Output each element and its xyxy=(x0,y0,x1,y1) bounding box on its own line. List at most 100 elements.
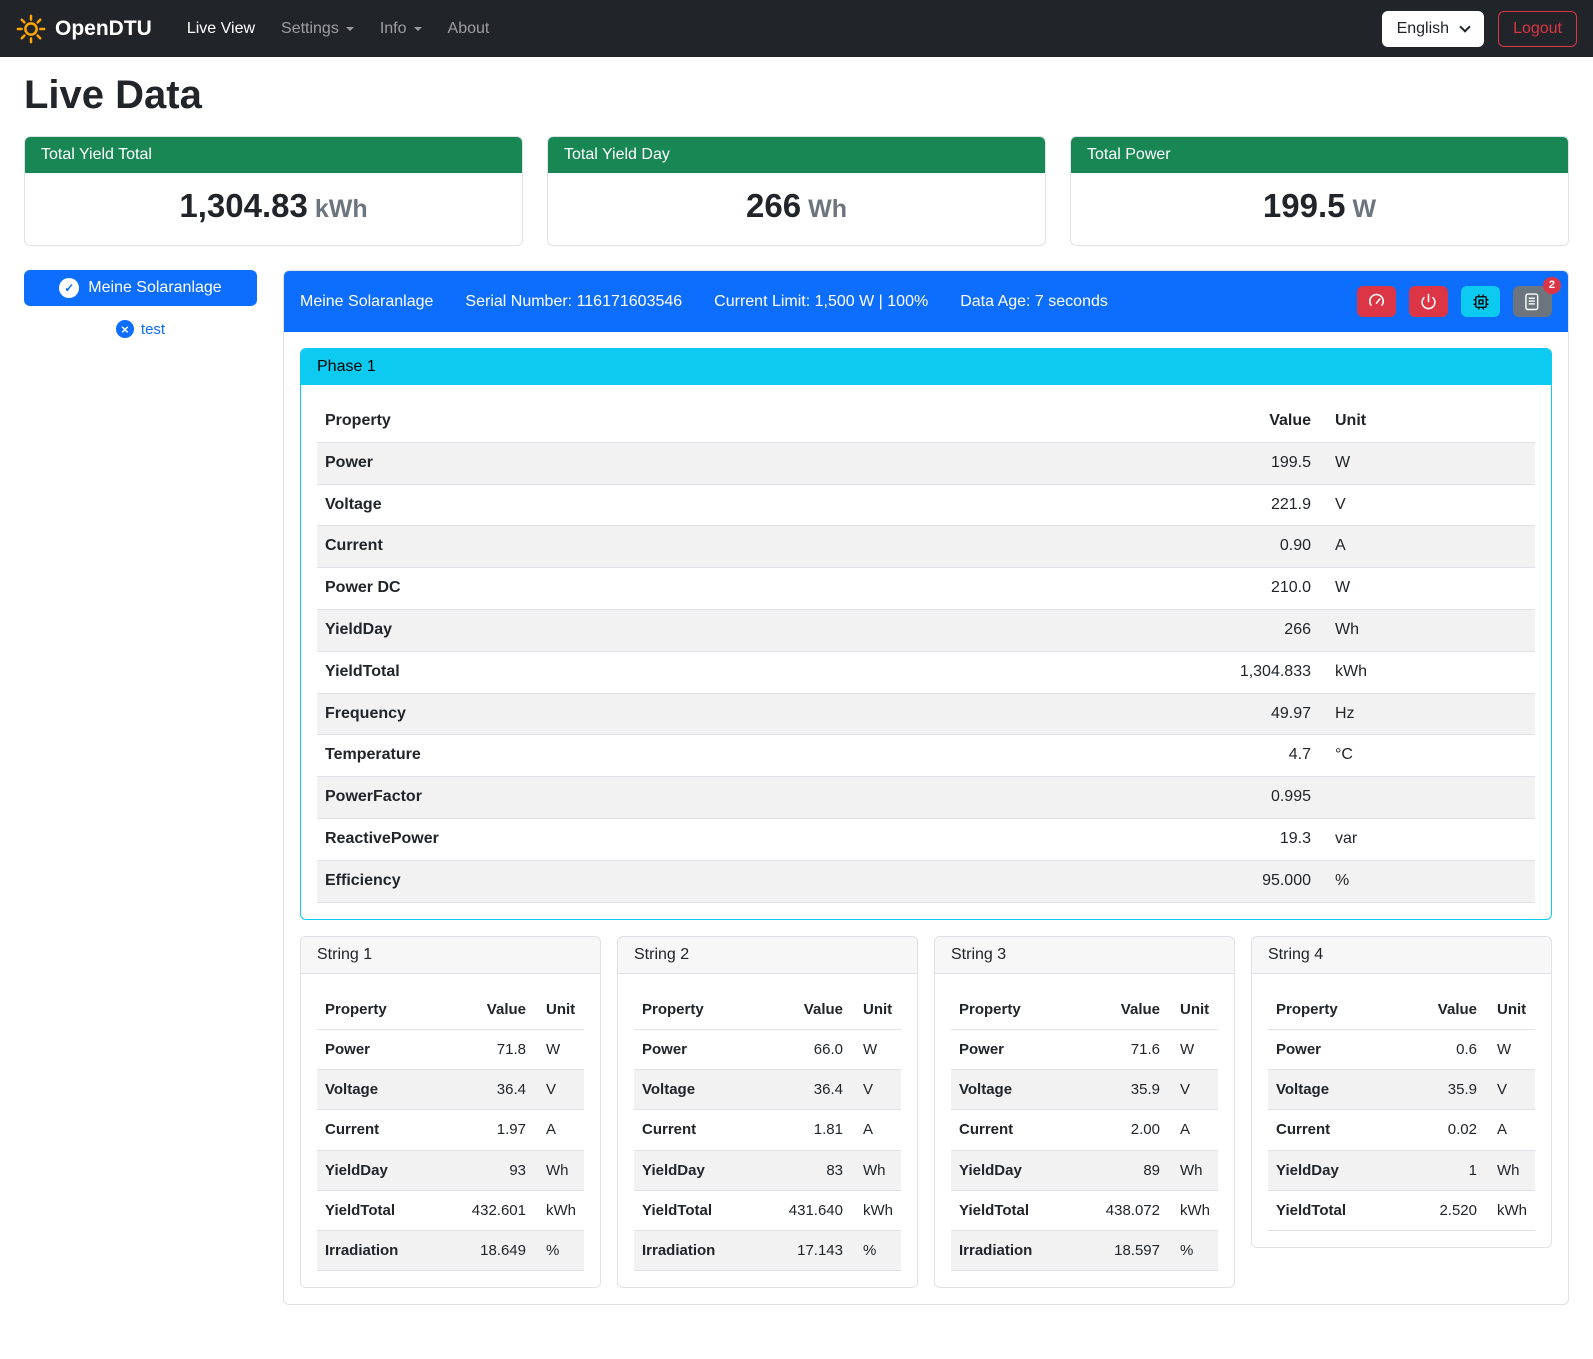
nav-links: Live View Settings Info About xyxy=(174,12,503,46)
phase-table: Property Value Unit Power199.5W Voltage2… xyxy=(317,401,1535,903)
unit-cell: Hz xyxy=(1319,693,1535,735)
nav-settings[interactable]: Settings xyxy=(268,12,367,46)
phase-body: Property Value Unit Power199.5W Voltage2… xyxy=(301,385,1551,903)
navbar-right: English Logout xyxy=(1382,11,1577,47)
card-unit: Wh xyxy=(808,195,847,223)
value-cell: 1.97 xyxy=(462,1110,534,1150)
total-power-card: Total Power 199.5W xyxy=(1070,136,1569,246)
value-cell: 266 xyxy=(1179,609,1319,651)
card-unit: kWh xyxy=(315,195,368,223)
property-cell: Frequency xyxy=(317,693,1179,735)
summary-cards: Total Yield Total 1,304.83kWh Total Yiel… xyxy=(24,136,1569,246)
property-cell: YieldDay xyxy=(1268,1150,1413,1190)
table-row: Power71.8W xyxy=(317,1029,584,1069)
table-row: Power199.5W xyxy=(317,442,1535,484)
unit-cell: kWh xyxy=(1485,1190,1535,1230)
column-header-value: Value xyxy=(1096,990,1168,1030)
table-row: Current0.02A xyxy=(1268,1110,1535,1150)
string-table: Property Value Unit Power66.0W Voltage36… xyxy=(634,990,901,1272)
unit-cell: W xyxy=(851,1029,901,1069)
unit-cell: var xyxy=(1319,818,1535,860)
value-cell: 18.597 xyxy=(1096,1231,1168,1271)
navbar: OpenDTU Live View Settings Info About En… xyxy=(0,0,1593,57)
table-row: YieldTotal2.520kWh xyxy=(1268,1190,1535,1230)
string-4-card: String 4 Property Value Unit xyxy=(1251,936,1552,1249)
table-row: PowerFactor0.995 xyxy=(317,777,1535,819)
nav-info-label: Info xyxy=(380,20,407,38)
table-row: Irradiation18.597% xyxy=(951,1231,1218,1271)
unit-cell: W xyxy=(534,1029,584,1069)
card-body: 266Wh xyxy=(548,173,1045,245)
inverter-card-header: Meine Solaranlage Serial Number: 1161716… xyxy=(284,271,1568,332)
property-cell: Current xyxy=(1268,1110,1413,1150)
value-cell: 83 xyxy=(779,1150,851,1190)
unit-cell: % xyxy=(1168,1231,1218,1271)
chevron-down-icon xyxy=(414,27,422,31)
strings-grid: String 1 Property Value Unit xyxy=(300,936,1552,1289)
property-cell: Power DC xyxy=(317,568,1179,610)
brand[interactable]: OpenDTU xyxy=(16,14,152,44)
unit-cell: V xyxy=(1168,1070,1218,1110)
sidebar-item-meine-solaranlage[interactable]: ✓ Meine Solaranlage xyxy=(24,270,257,306)
unit-cell: V xyxy=(534,1070,584,1110)
property-cell: Power xyxy=(317,442,1179,484)
sidebar-item-label: test xyxy=(141,321,165,338)
column-header-property: Property xyxy=(317,401,1179,442)
value-cell: 49.97 xyxy=(1179,693,1319,735)
card-body: 1,304.83kWh xyxy=(25,173,522,245)
unit-cell: V xyxy=(1319,484,1535,526)
chevron-down-icon xyxy=(1459,21,1470,32)
inverter-data-age: Data Age: 7 seconds xyxy=(960,293,1108,311)
value-cell: 4.7 xyxy=(1179,735,1319,777)
unit-cell: Wh xyxy=(1485,1150,1535,1190)
table-row: Voltage221.9V xyxy=(317,484,1535,526)
value-cell: 93 xyxy=(462,1150,534,1190)
table-header-row: Property Value Unit xyxy=(951,990,1218,1030)
unit-cell: A xyxy=(534,1110,584,1150)
column-header-property: Property xyxy=(1268,990,1413,1030)
table-row: ReactivePower19.3var xyxy=(317,818,1535,860)
inverter-name: Meine Solaranlage xyxy=(300,293,433,311)
table-header-row: Property Value Unit xyxy=(634,990,901,1030)
unit-cell: A xyxy=(851,1110,901,1150)
unit-cell: Wh xyxy=(851,1150,901,1190)
value-cell: 18.649 xyxy=(462,1231,534,1271)
value-cell: 0.02 xyxy=(1413,1110,1485,1150)
power-settings-button[interactable] xyxy=(1409,286,1448,317)
table-row: YieldTotal1,304.833kWh xyxy=(317,651,1535,693)
unit-cell: % xyxy=(851,1231,901,1271)
table-row: Current1.97A xyxy=(317,1110,584,1150)
table-row: Efficiency95.000% xyxy=(317,860,1535,902)
table-row: Irradiation18.649% xyxy=(317,1231,584,1271)
property-cell: Irradiation xyxy=(951,1231,1096,1271)
value-cell: 19.3 xyxy=(1179,818,1319,860)
nav-info[interactable]: Info xyxy=(367,12,435,46)
nav-about[interactable]: About xyxy=(435,12,503,46)
limit-settings-button[interactable] xyxy=(1357,286,1396,317)
table-row: YieldDay89Wh xyxy=(951,1150,1218,1190)
property-cell: Efficiency xyxy=(317,860,1179,902)
table-row: YieldTotal431.640kWh xyxy=(634,1190,901,1230)
card-unit: W xyxy=(1352,195,1376,223)
speedometer-icon xyxy=(1367,292,1386,311)
event-log-button[interactable]: 2 xyxy=(1513,286,1552,317)
string-body: Property Value Unit Power0.6W Voltage35.… xyxy=(1252,974,1551,1232)
table-row: YieldTotal438.072kWh xyxy=(951,1190,1218,1230)
logout-button[interactable]: Logout xyxy=(1498,11,1577,47)
table-row: YieldDay1Wh xyxy=(1268,1150,1535,1190)
language-select[interactable]: English xyxy=(1382,11,1484,47)
inverter-card-body: Phase 1 Property Value Unit xyxy=(284,332,1568,1304)
table-row: Voltage35.9V xyxy=(1268,1070,1535,1110)
device-info-button[interactable] xyxy=(1461,286,1500,317)
sidebar-item-test[interactable]: × test xyxy=(24,312,257,346)
unit-cell: °C xyxy=(1319,735,1535,777)
nav-live-view[interactable]: Live View xyxy=(174,12,268,46)
page-title: Live Data xyxy=(24,73,1569,118)
string-table: Property Value Unit Power71.6W Voltage35… xyxy=(951,990,1218,1272)
value-cell: 1.81 xyxy=(779,1110,851,1150)
table-row: Power66.0W xyxy=(634,1029,901,1069)
unit-cell: kWh xyxy=(1168,1190,1218,1230)
value-cell: 431.640 xyxy=(779,1190,851,1230)
table-row: Current0.90A xyxy=(317,526,1535,568)
unit-cell: kWh xyxy=(1319,651,1535,693)
